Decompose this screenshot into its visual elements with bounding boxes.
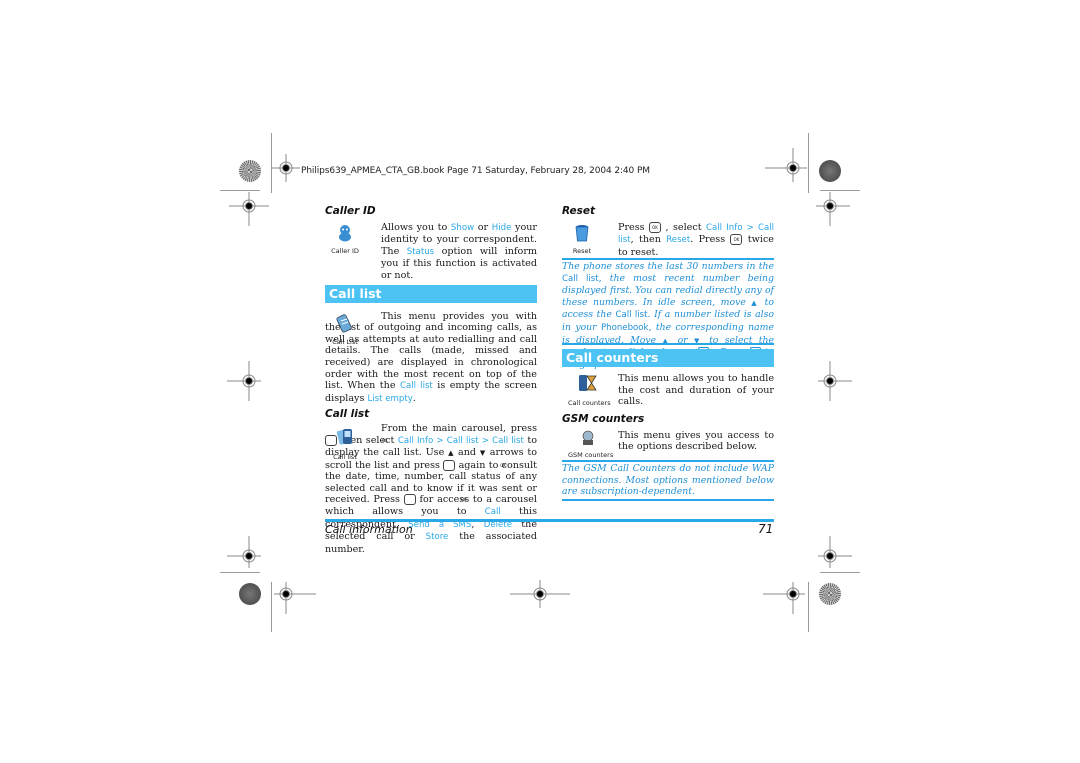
- text: or: [474, 221, 492, 233]
- note-top-rule: [562, 258, 774, 260]
- gsm-counters-heading: GSM counters: [562, 413, 645, 425]
- gsm-counters-note: The GSM Call Counters do not include WAP…: [562, 463, 774, 498]
- separator: >: [433, 435, 447, 446]
- reset-heading: Reset: [562, 205, 596, 217]
- text: , then: [630, 234, 667, 246]
- reset-block: Reset Press OK , select Call Info > Call…: [562, 221, 774, 258]
- caller-id-icon-block: Caller ID: [325, 224, 365, 258]
- registration-target: [229, 192, 269, 226]
- ok-key-icon: OK: [730, 234, 743, 246]
- left-column: Caller ID Caller ID Allows you to Show o…: [325, 205, 537, 555]
- phonebook-link[interactable]: Phonebook: [601, 323, 649, 333]
- registration-target: [274, 582, 316, 614]
- call-list-link[interactable]: Call list: [447, 436, 479, 446]
- reset-icon-caption: Reset: [572, 247, 592, 256]
- print-header: Philips639_APMEA_CTA_GB.book Page 71 Sat…: [301, 166, 650, 176]
- call-list-section-heading: Call list: [325, 284, 537, 303]
- caller-id-heading: Caller ID: [325, 205, 376, 217]
- call-list-intro-block: Call List This menu provides you with th…: [325, 311, 537, 406]
- text: From the main carousel, press: [381, 422, 537, 434]
- ok-key-icon: OK: [649, 221, 662, 233]
- call-counters-icon-block: Call counters: [568, 373, 611, 409]
- status-option-link[interactable]: Status: [407, 247, 434, 257]
- ok-key-icon: OK: [403, 494, 467, 506]
- call-counters-section-heading: Call counters: [562, 349, 774, 367]
- registration-marks: [227, 148, 852, 614]
- note2-bottom-rule: [562, 499, 774, 501]
- registration-target: [763, 582, 805, 614]
- registration-target: [765, 148, 807, 182]
- registration-target: [818, 536, 852, 568]
- caller-id-icon-caption: Caller ID: [331, 247, 359, 256]
- call-list-sub-icon-block: Call list: [325, 427, 365, 463]
- registration-target: [816, 192, 850, 226]
- registration-target: [510, 580, 570, 608]
- call-list-phone-icon: [336, 428, 352, 445]
- text: .: [412, 392, 416, 404]
- call-list-link[interactable]: Call list: [615, 310, 647, 320]
- call-list-icon-block: Call List: [325, 313, 365, 349]
- call-counters-icon-caption: Call counters: [568, 398, 611, 407]
- call-list-icon: [336, 313, 352, 333]
- text: . Press: [690, 234, 731, 246]
- text: Allows you to: [381, 221, 451, 233]
- call-info-link[interactable]: Call Info: [706, 223, 742, 233]
- gsm-counters-icon-block: GSM counters: [568, 430, 613, 462]
- registration-target: [227, 536, 261, 568]
- text: The phone stores the last 30 numbers in …: [562, 261, 774, 272]
- reset-option-link[interactable]: Reset: [666, 235, 690, 245]
- call-list-link[interactable]: Call list: [400, 381, 433, 391]
- call-list-icon-caption: Call List: [332, 338, 358, 347]
- right-column: Reset Reset Press OK , select Call Info …: [562, 205, 774, 258]
- text: and: [454, 447, 480, 459]
- call-info-link[interactable]: Call Info: [398, 436, 433, 446]
- hourglass-phone-icon: [579, 375, 597, 391]
- caller-id-block: Caller ID Allows you to Show or Hide you…: [325, 222, 537, 282]
- list-empty-label: List empty: [367, 393, 413, 404]
- right-column-lower: Call counters Call counters This menu al…: [562, 349, 774, 460]
- registration-target: [272, 154, 300, 182]
- registration-target: [227, 361, 261, 401]
- reset-icon-block: Reset: [562, 224, 602, 258]
- note-bottom-rule: [562, 343, 774, 345]
- gsm-counter-icon: [582, 430, 594, 445]
- store-option-link[interactable]: Store: [426, 532, 449, 542]
- hide-option-link[interactable]: Hide: [492, 223, 512, 233]
- ok-key-icon: OK: [443, 459, 506, 471]
- footer-rule: [325, 519, 774, 522]
- gsm-counters-block: GSM counters This menu gives you access …: [562, 430, 774, 460]
- text: Press: [618, 221, 650, 233]
- page-number: 71: [758, 522, 774, 536]
- call-list-subheading: Call list: [325, 408, 370, 421]
- registration-target: [818, 361, 852, 401]
- call-option-link[interactable]: Call: [485, 507, 501, 517]
- call-list-link[interactable]: Call list: [492, 436, 524, 446]
- trash-bin-icon: [575, 224, 589, 241]
- text: , select: [661, 221, 707, 233]
- call-list-sub-icon-caption: Call list: [333, 452, 357, 461]
- footer-section-title: Call information: [325, 523, 413, 536]
- call-list-link[interactable]: Call list: [562, 274, 599, 284]
- caller-id-icon: [339, 224, 351, 242]
- show-option-link[interactable]: Show: [451, 223, 474, 233]
- note2-top-rule: [562, 460, 774, 462]
- separator: >: [742, 222, 758, 233]
- call-counters-block: Call counters This menu allows you to ha…: [562, 373, 774, 409]
- separator: >: [478, 435, 493, 446]
